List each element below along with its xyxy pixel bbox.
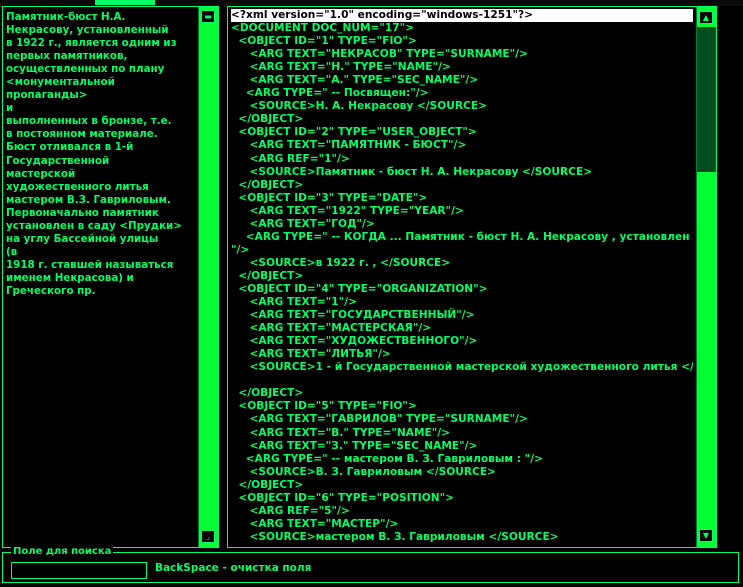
title-bar-fragment bbox=[95, 0, 155, 5]
xml-line: <OBJECT ID="4" TYPE="ORGANIZATION"> bbox=[231, 282, 488, 295]
xml-line: </OBJECT> bbox=[231, 178, 304, 191]
xml-line: <ARG TEXT="ХУДОЖЕСТВЕННОГО"/> bbox=[231, 335, 478, 348]
xml-line: <ARG TEXT="ЛИТЬЯ"/> bbox=[231, 348, 391, 361]
xml-line: <SOURCE>мастером В. З. Гавриловым </SOUR… bbox=[231, 530, 559, 543]
right-scrollbar[interactable]: ▲ ▼ bbox=[696, 7, 716, 547]
xml-line: <ARG TEXT="МАСТЕР"/> bbox=[231, 517, 399, 530]
xml-line: <OBJECT ID="2" TYPE="USER_OBJECT"> bbox=[231, 126, 477, 139]
arrow-up-icon[interactable]: ▲ bbox=[699, 11, 713, 24]
right-scroll-track[interactable] bbox=[697, 27, 716, 172]
xml-output-panel[interactable]: <?xml version="1.0" encoding="windows-12… bbox=[227, 6, 717, 548]
xml-line: </OBJECT> bbox=[231, 478, 304, 491]
search-panel: Поле для поиска BackSpace - очистка поля bbox=[2, 546, 739, 583]
search-legend: Поле для поиска bbox=[11, 546, 114, 557]
xml-line bbox=[231, 374, 693, 387]
xml-line: <OBJECT ID="1" TYPE="FIO"> bbox=[231, 35, 417, 48]
xml-line: <ARG TEXT="1"/> bbox=[231, 296, 357, 309]
xml-line: <ARG TEXT="ГОД"/> bbox=[231, 217, 375, 230]
xml-line: <ARG REF="5"/> bbox=[231, 504, 350, 517]
xml-line: <SOURCE>Памятник - бюст Н. А. Некрасову … bbox=[231, 165, 593, 178]
xml-line: </OBJECT> bbox=[231, 544, 693, 545]
source-text: Памятник-бюст Н.А. Некрасову, установлен… bbox=[6, 11, 182, 297]
xml-line: <SOURCE>в 1922 г. , </SOURCE> bbox=[231, 256, 451, 269]
xml-line: <ARG TYPE=" -- мастером В. З. Гавриловым… bbox=[231, 452, 543, 465]
xml-line: <?xml version="1.0" encoding="windows-12… bbox=[231, 9, 693, 23]
xml-line: </OBJECT> bbox=[231, 269, 304, 282]
arrow-down-icon[interactable]: ▼ bbox=[699, 529, 713, 542]
xml-line: <OBJECT ID="6" TYPE="POSITION"> bbox=[231, 491, 454, 504]
xml-line: <ARG TYPE=" -- КОГДА ... Памятник - бюст… bbox=[231, 230, 690, 243]
xml-line: <SOURCE>Н. А. Некрасову </SOURCE> bbox=[231, 100, 487, 113]
xml-line: "/> bbox=[231, 243, 250, 256]
search-hint: BackSpace - очистка поля bbox=[155, 562, 312, 574]
xml-line: <ARG TEXT="ГОСУДАРСТВЕННЫЙ"/> bbox=[231, 309, 475, 322]
xml-line: <DOCUMENT DOC_NUM="17"> bbox=[231, 22, 415, 35]
xml-line: <ARG TYPE=" -- Посвящен:"/> bbox=[231, 87, 429, 100]
source-text-panel[interactable]: Памятник-бюст Н.А. Некрасову, установлен… bbox=[2, 6, 219, 548]
xml-line: <ARG TEXT="ПАМЯТНИК - БЮСТ"/> bbox=[231, 139, 467, 152]
left-scroll-top-button[interactable]: ▬ bbox=[201, 10, 215, 23]
xml-line: </OBJECT> bbox=[231, 113, 304, 126]
xml-line: <ARG TEXT="А." TYPE="SEC_NAME"/> bbox=[231, 74, 479, 87]
xml-line: <SOURCE>В. З. Гавриловым </SOURCE> bbox=[231, 465, 496, 478]
xml-line: <OBJECT ID="3" TYPE="DATE"> bbox=[231, 191, 428, 204]
xml-line: <OBJECT ID="5" TYPE="FIO"> bbox=[231, 400, 417, 413]
xml-line: </OBJECT> bbox=[231, 387, 304, 400]
xml-line: <ARG TEXT="1922" TYPE="YEAR"/> bbox=[231, 204, 464, 217]
search-input[interactable] bbox=[11, 562, 147, 579]
xml-line: <ARG TEXT="З." TYPE="SEC_NAME"/> bbox=[231, 439, 478, 452]
xml-line: <ARG TEXT="В." TYPE="NAME"/> bbox=[231, 426, 451, 439]
left-scrollbar[interactable]: ▬ ⌟ bbox=[198, 7, 218, 547]
xml-line: <ARG TEXT="НЕКРАСОВ" TYPE="SURNAME"/> bbox=[231, 48, 528, 61]
xml-line: <ARG REF="1"/> bbox=[231, 152, 350, 165]
xml-line: <SOURCE>1 - й Государственной мастерской… bbox=[231, 361, 693, 374]
xml-code-view: <?xml version="1.0" encoding="windows-12… bbox=[231, 9, 693, 545]
xml-line: <ARG TEXT="ГАВРИЛОВ" TYPE="SURNAME"/> bbox=[231, 413, 528, 426]
xml-line: <ARG TEXT="Н." TYPE="NAME"/> bbox=[231, 61, 451, 74]
xml-line: <ARG TEXT="МАСТЕРСКАЯ"/> bbox=[231, 322, 432, 335]
left-resize-handle[interactable]: ⌟ bbox=[201, 530, 215, 543]
